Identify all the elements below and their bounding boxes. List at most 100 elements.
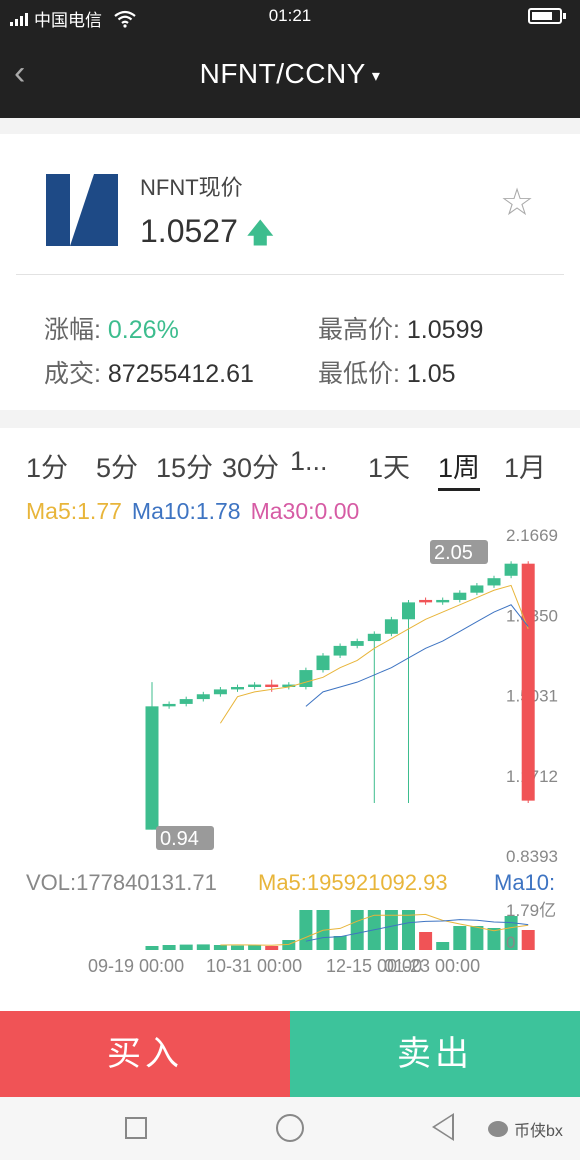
change-label: 涨幅: bbox=[44, 316, 108, 344]
tab-30min[interactable]: 30分 bbox=[222, 446, 279, 485]
battery-icon bbox=[528, 8, 566, 24]
price-value: 1.0527 bbox=[140, 213, 238, 249]
volume-bar bbox=[402, 910, 415, 950]
candle-body bbox=[299, 670, 313, 687]
x-tick-label: 01-23 00:00 bbox=[384, 956, 480, 976]
candle-body bbox=[384, 619, 398, 634]
watermark-text: 币侠bx bbox=[514, 1123, 563, 1140]
low-stat: 最低价: 1.05 bbox=[318, 354, 456, 390]
volume-bar bbox=[265, 946, 279, 950]
page-title: NFNT/CCNY bbox=[199, 58, 366, 89]
volume-label: VOL:177840131.71 bbox=[26, 870, 217, 895]
tab-15min[interactable]: 15分 bbox=[156, 446, 213, 485]
high-stat: 最高价: 1.0599 bbox=[318, 310, 483, 346]
volume-bar bbox=[179, 944, 193, 950]
trade-buttons: 买入 卖出 bbox=[0, 1011, 580, 1097]
caret-down-icon: ▾ bbox=[371, 67, 381, 85]
volume-label: 成交: bbox=[44, 360, 108, 388]
buy-button[interactable]: 买入 bbox=[0, 1011, 290, 1097]
low-value: 1.05 bbox=[406, 360, 456, 388]
back-icon[interactable] bbox=[432, 1113, 454, 1141]
favorite-star-icon[interactable]: ☆ bbox=[500, 180, 534, 225]
candle-body bbox=[316, 655, 330, 671]
arrow-up-icon: 🡅 bbox=[245, 217, 275, 248]
tab-1day[interactable]: 1天 bbox=[368, 446, 410, 485]
recent-apps-icon[interactable] bbox=[125, 1117, 147, 1139]
volume-bar bbox=[213, 945, 227, 950]
volume-stat: 成交: 87255412.61 bbox=[44, 354, 254, 390]
volume-bar bbox=[299, 910, 313, 950]
sell-button[interactable]: 卖出 bbox=[290, 1011, 580, 1097]
candle-body bbox=[419, 599, 433, 603]
volume-bar bbox=[384, 910, 398, 950]
tab-1min[interactable]: 1分 bbox=[26, 446, 68, 485]
wechat-logo-icon bbox=[488, 1121, 508, 1137]
candle-body bbox=[179, 699, 193, 704]
coin-info-panel: NFNT现价 1.0527 🡅 ☆ 涨幅: 0.26% 最高价: 1.0599 成… bbox=[0, 134, 580, 410]
candle-body bbox=[521, 563, 535, 801]
candle-body bbox=[162, 703, 176, 707]
candle-body bbox=[248, 684, 262, 687]
candle-body bbox=[196, 694, 210, 700]
candle-body bbox=[213, 689, 227, 695]
volume-bar bbox=[196, 944, 210, 950]
x-tick-label: 10-31 00:00 bbox=[206, 956, 302, 976]
tab-1week[interactable]: 1周 bbox=[438, 446, 481, 491]
high-value: 1.0599 bbox=[406, 316, 484, 344]
current-price: 1.0527 🡅 bbox=[140, 212, 275, 260]
volume-bar bbox=[248, 945, 262, 950]
change-stat: 涨幅: 0.26% bbox=[44, 310, 179, 346]
kline-chart[interactable]: 2.16691.83501.50311.17120.83932.050.94VO… bbox=[0, 520, 580, 990]
candle-body bbox=[333, 645, 347, 656]
pair-selector[interactable]: NFNT/CCNY ▾ bbox=[0, 58, 580, 90]
volume-bar bbox=[436, 942, 450, 950]
candle-body bbox=[367, 633, 381, 642]
coin-name-label: NFNT现价 bbox=[140, 175, 243, 200]
volume-bar bbox=[470, 926, 484, 950]
candle-body bbox=[436, 599, 450, 603]
volume-bar bbox=[231, 945, 244, 950]
candle-body bbox=[402, 602, 415, 620]
volume-value: 87255412.61 bbox=[107, 360, 254, 388]
tab-1month[interactable]: 1月 bbox=[504, 446, 546, 485]
status-time: 01:21 bbox=[268, 6, 312, 25]
candle-body bbox=[350, 641, 364, 646]
separator bbox=[0, 118, 580, 134]
volume-bar bbox=[453, 926, 467, 950]
volume-bar bbox=[419, 932, 433, 950]
interval-tabs: 1分 5分 15分 30分 1... 1天 1周 1月 bbox=[0, 446, 580, 494]
home-icon[interactable] bbox=[276, 1114, 304, 1142]
volume-axis-label: 0 bbox=[506, 933, 515, 952]
candle-body bbox=[265, 684, 279, 687]
volume-bar bbox=[162, 945, 176, 950]
low-label: 最低价: bbox=[318, 360, 407, 388]
x-tick-label: 09-19 00:00 bbox=[88, 956, 184, 976]
divider bbox=[16, 274, 564, 275]
volume-ma10-label: Ma10: bbox=[494, 870, 555, 895]
candle-body bbox=[231, 686, 244, 690]
status-bar: 中国电信 01:21 bbox=[0, 0, 580, 32]
max-price-label: 2.05 bbox=[434, 542, 473, 564]
high-label: 最高价: bbox=[318, 316, 407, 344]
volume-bar bbox=[145, 946, 159, 950]
change-value: 0.26% bbox=[107, 316, 179, 344]
separator bbox=[0, 410, 580, 428]
volume-bar bbox=[521, 930, 535, 950]
tab-1hour[interactable]: 1... bbox=[290, 446, 328, 477]
coin-logo bbox=[46, 174, 118, 246]
ma10-line bbox=[305, 604, 529, 707]
nav-bar: ‹ NFNT/CCNY ▾ bbox=[0, 32, 580, 118]
volume-ma5-label: Ma5:195921092.93 bbox=[258, 870, 448, 895]
candle-body bbox=[145, 706, 159, 830]
candle-body bbox=[487, 578, 501, 586]
volume-axis-label: 1.79亿 bbox=[506, 901, 556, 920]
system-nav-bar: 币侠bx bbox=[0, 1097, 580, 1160]
volume-bar bbox=[350, 910, 364, 950]
candle-body bbox=[470, 585, 484, 593]
volume-bar bbox=[333, 936, 347, 950]
min-price-label: 0.94 bbox=[160, 828, 199, 850]
price-axis-label: 2.1669 bbox=[506, 526, 558, 545]
price-axis-label: 0.8393 bbox=[506, 847, 558, 866]
candle-body bbox=[453, 592, 467, 600]
tab-5min[interactable]: 5分 bbox=[96, 446, 138, 485]
